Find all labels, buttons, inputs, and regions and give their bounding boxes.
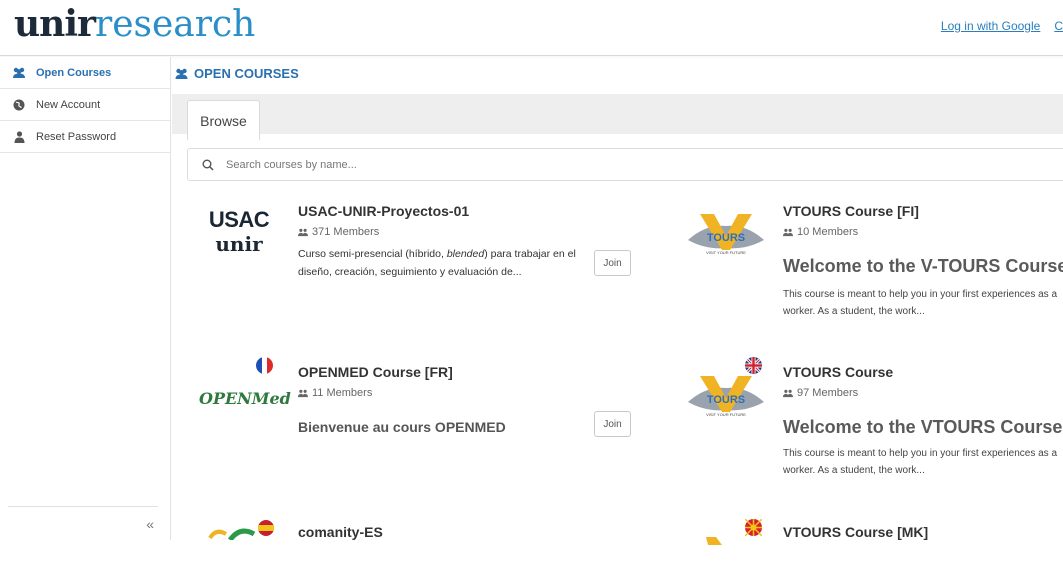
- page-title: OPEN COURSES: [174, 66, 299, 81]
- logo-sub: research: [95, 4, 256, 45]
- openmed-logo[interactable]: OPENMed: [199, 389, 291, 408]
- sidebar-item-label: Open Courses: [36, 66, 112, 79]
- header-links: Log in with Google C: [941, 19, 1063, 33]
- sidebar-item-label: New Account: [36, 98, 101, 111]
- sidebar: Open Courses New Account Reset Password …: [0, 57, 171, 540]
- course-members: 10 Members: [783, 226, 858, 238]
- comanity-logo[interactable]: [206, 520, 281, 542]
- tab-browse[interactable]: Browse: [187, 100, 260, 140]
- members-count: 11 Members: [312, 387, 373, 399]
- vtours-logo-partial[interactable]: [700, 532, 760, 545]
- course-members: 371 Members: [298, 226, 379, 238]
- sidebar-item-reset-password[interactable]: Reset Password: [0, 121, 170, 153]
- search-bar: [187, 148, 1063, 181]
- course-title[interactable]: VTOURS Course: [783, 364, 893, 380]
- course-heading: Welcome to the VTOURS Course: [783, 417, 1063, 437]
- vtours-logo[interactable]: TOURS VISIT YOUR FUTURE: [686, 372, 766, 422]
- logo-brand: unir: [14, 3, 96, 45]
- search-icon: [202, 159, 214, 171]
- users-icon: [174, 68, 189, 80]
- vtours-logo-text: TOURS: [707, 232, 745, 244]
- sidebar-item-open-courses[interactable]: Open Courses: [0, 57, 170, 89]
- sidebar-footer: «: [8, 506, 158, 540]
- france-flag-icon: [256, 357, 273, 374]
- description-emphasis: blended: [446, 248, 485, 260]
- vtours-tagline: VISIT YOUR FUTURE: [706, 412, 746, 417]
- course-description: This course is meant to help you in your…: [783, 289, 1058, 317]
- course-title[interactable]: USAC-UNIR-Proyectos-01: [298, 203, 469, 219]
- members-icon: [783, 228, 793, 237]
- top-header: unirresearch Log in with Google C: [0, 0, 1063, 56]
- course-logo[interactable]: USAC unir: [200, 207, 278, 257]
- course-title[interactable]: comanity-ES: [298, 524, 383, 540]
- course-description: Curso semi-presencial (híbrido, blended)…: [298, 245, 588, 281]
- description-text: Curso semi-presencial (híbrido,: [298, 248, 447, 260]
- collapse-sidebar-icon[interactable]: «: [146, 516, 154, 532]
- course-title[interactable]: OPENMED Course [FR]: [298, 364, 453, 380]
- users-icon: [12, 66, 26, 80]
- members-count: 97 Members: [797, 387, 859, 399]
- tab-label: Browse: [200, 112, 247, 129]
- logo-line-1: USAC: [208, 207, 270, 232]
- members-icon: [298, 389, 308, 398]
- sidebar-item-new-account[interactable]: New Account: [0, 89, 170, 121]
- members-count: 371 Members: [312, 226, 380, 238]
- members-icon: [298, 228, 308, 237]
- course-title[interactable]: VTOURS Course [FI]: [783, 203, 919, 219]
- page-title-text: OPEN COURSES: [194, 66, 299, 81]
- join-button[interactable]: Join: [594, 250, 631, 276]
- vtours-tagline: VISIT YOUR FUTURE: [706, 250, 746, 255]
- unir-research-logo[interactable]: unirresearch: [14, 2, 255, 47]
- logo-line-2: unir: [215, 232, 263, 256]
- course-heading: Welcome to the V-TOURS Course: [783, 256, 1063, 276]
- course-description: This course is meant to help you in your…: [783, 448, 1058, 476]
- members-icon: [783, 389, 793, 398]
- login-google-link[interactable]: Log in with Google: [941, 19, 1040, 33]
- user-icon: [12, 130, 26, 144]
- globe-icon: [12, 98, 26, 112]
- join-button[interactable]: Join: [594, 411, 631, 437]
- sidebar-item-label: Reset Password: [36, 130, 117, 143]
- vtours-logo-text: TOURS: [707, 394, 745, 406]
- course-heading: Bienvenue au cours OPENMED: [298, 419, 506, 435]
- course-title[interactable]: VTOURS Course [MK]: [783, 524, 928, 540]
- members-count: 10 Members: [797, 226, 859, 238]
- search-input[interactable]: [226, 158, 826, 171]
- course-members: 11 Members: [298, 387, 372, 399]
- vtours-logo[interactable]: TOURS VISIT YOUR FUTURE: [686, 210, 766, 260]
- spain-flag-icon: [257, 544, 274, 561]
- login-other-link[interactable]: C: [1054, 19, 1063, 33]
- courses-content: [172, 134, 1063, 554]
- course-members: 97 Members: [783, 387, 858, 399]
